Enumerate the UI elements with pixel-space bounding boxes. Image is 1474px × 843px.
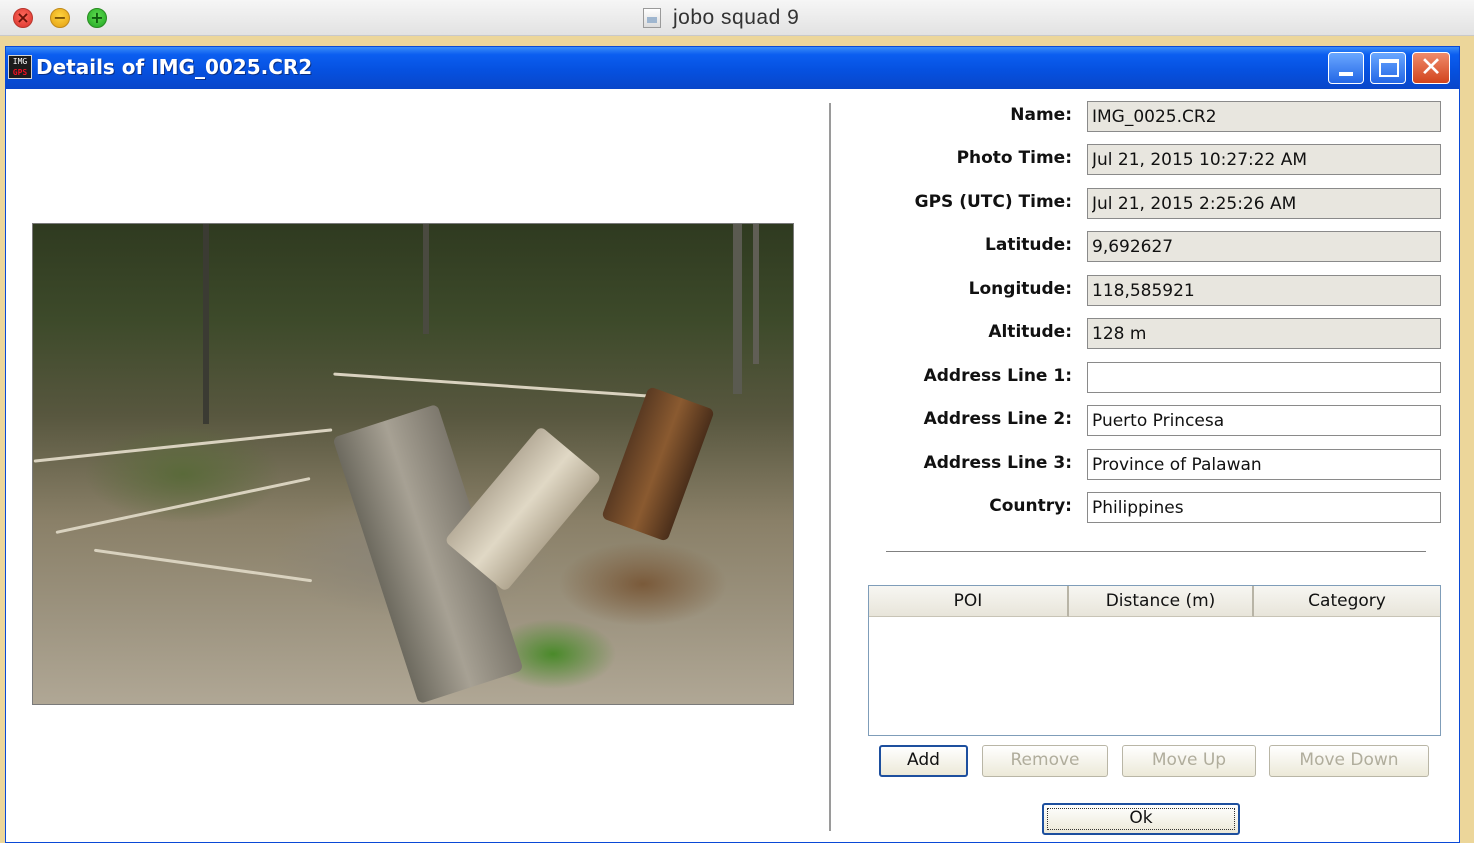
address-line-2-field[interactable]	[1087, 405, 1441, 436]
move-up-button[interactable]: Move Up	[1122, 745, 1256, 777]
branch	[55, 477, 311, 534]
photo-time-label: Photo Time:	[956, 148, 1072, 168]
horizontal-separator	[886, 551, 1426, 552]
app-icon: IMG GPS	[8, 55, 32, 79]
tree-stem	[423, 224, 429, 334]
dialog-minimize-button[interactable]	[1328, 52, 1364, 84]
branch	[33, 428, 333, 463]
gps-time-label: GPS (UTC) Time:	[914, 192, 1072, 212]
column-header-poi[interactable]: POI	[869, 586, 1069, 617]
host-title-text: jobo squad 9	[673, 6, 800, 29]
close-icon: ×	[16, 8, 30, 27]
remove-button[interactable]: Remove	[982, 745, 1108, 777]
app-icon-text-gps: GPS	[12, 68, 28, 77]
app-icon-text: IMG	[12, 57, 28, 66]
longitude-label: Longitude:	[968, 279, 1072, 299]
poi-table-header: POI Distance (m) Category	[869, 586, 1440, 617]
close-icon: ✕	[1419, 52, 1443, 83]
dialog-titlebar[interactable]: IMG GPS Details of IMG_0025.CR2 ✕	[6, 47, 1459, 89]
form-row-latitude: Latitude:	[866, 231, 1446, 262]
details-dialog: IMG GPS Details of IMG_0025.CR2 ✕ Name: …	[5, 46, 1460, 843]
country-field[interactable]	[1087, 492, 1441, 523]
form-row-country: Country:	[866, 492, 1446, 523]
host-minimize-button[interactable]: −	[50, 8, 70, 28]
form-row-photo-time: Photo Time:	[866, 144, 1446, 175]
minimize-icon: −	[53, 8, 67, 27]
dialog-maximize-button[interactable]	[1370, 52, 1406, 84]
altitude-field[interactable]	[1087, 318, 1441, 349]
dialog-title: Details of IMG_0025.CR2	[36, 55, 313, 79]
address-line-2-label: Address Line 2:	[923, 409, 1072, 429]
tree-stem	[733, 224, 742, 394]
poi-table[interactable]: POI Distance (m) Category	[868, 585, 1441, 736]
branch	[333, 372, 663, 399]
gps-time-field[interactable]	[1087, 188, 1441, 219]
maximize-icon	[1379, 59, 1399, 77]
latitude-field[interactable]	[1087, 231, 1441, 262]
column-header-category[interactable]: Category	[1254, 586, 1440, 617]
form-row-name: Name:	[866, 101, 1446, 132]
ok-button[interactable]: Ok	[1042, 803, 1240, 835]
name-field[interactable]	[1087, 101, 1441, 132]
form-row-address-line-2: Address Line 2:	[866, 405, 1446, 436]
branch	[93, 548, 313, 583]
host-title: jobo squad 9	[643, 5, 799, 31]
minimize-icon	[1339, 72, 1353, 76]
tree-stem	[203, 224, 209, 424]
photo-preview	[32, 223, 794, 705]
form-row-address-line-1: Address Line 1:	[866, 362, 1446, 393]
country-label: Country:	[989, 496, 1072, 516]
document-icon	[643, 8, 661, 28]
latitude-label: Latitude:	[985, 235, 1072, 255]
tree-stem	[753, 224, 759, 364]
add-button[interactable]: Add	[879, 745, 968, 777]
form-row-address-line-3: Address Line 3:	[866, 449, 1446, 480]
form-row-longitude: Longitude:	[866, 275, 1446, 306]
host-close-button[interactable]: ×	[13, 8, 33, 28]
name-label: Name:	[1010, 105, 1072, 125]
photo-time-field[interactable]	[1087, 144, 1441, 175]
dialog-close-button[interactable]: ✕	[1412, 52, 1450, 84]
vertical-separator	[829, 103, 831, 831]
address-line-3-field[interactable]	[1087, 449, 1441, 480]
broken-stump	[601, 386, 715, 542]
address-line-3-label: Address Line 3:	[923, 453, 1072, 473]
column-header-distance[interactable]: Distance (m)	[1069, 586, 1254, 617]
longitude-field[interactable]	[1087, 275, 1441, 306]
zoom-icon: +	[90, 8, 104, 27]
address-line-1-field[interactable]	[1087, 362, 1441, 393]
poi-table-body[interactable]	[869, 617, 1440, 735]
move-down-button[interactable]: Move Down	[1269, 745, 1429, 777]
altitude-label: Altitude:	[988, 322, 1072, 342]
address-line-1-label: Address Line 1:	[923, 366, 1072, 386]
form-row-gps-time: GPS (UTC) Time:	[866, 188, 1446, 219]
host-titlebar: × − + jobo squad 9	[0, 0, 1474, 36]
form-row-altitude: Altitude:	[866, 318, 1446, 349]
host-zoom-button[interactable]: +	[87, 8, 107, 28]
